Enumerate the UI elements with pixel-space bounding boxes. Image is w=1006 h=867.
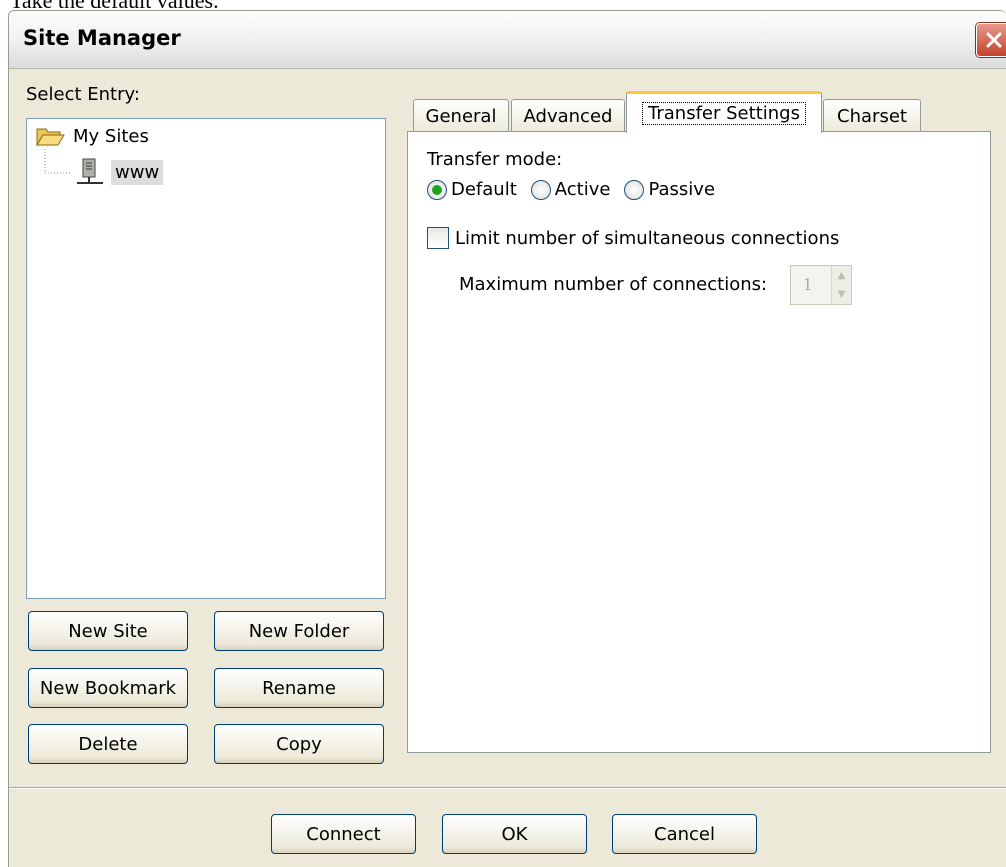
new-site-button[interactable]: New Site [28,611,188,651]
button-label: Copy [276,733,322,755]
limit-connections-label: Limit number of simultaneous connections [455,227,840,249]
button-label: Rename [262,677,336,699]
limit-connections-row[interactable]: Limit number of simultaneous connections [427,227,839,249]
transfer-mode-label: Transfer mode: [427,149,563,170]
radio-label: Passive [648,179,716,200]
button-label: Cancel [654,823,715,845]
tab-label: Advanced [523,106,613,127]
tree-node-label: My Sites [73,125,149,147]
footer-separator [9,787,1006,789]
transfer-settings-panel [407,131,991,753]
radio-button[interactable] [530,179,551,200]
button-label: New Bookmark [39,677,177,699]
max-connections-spinner: 1 ▲ ▼ [790,265,852,305]
tree-node-www[interactable]: www [73,157,164,187]
site-manager-dialog: Site Manager Select Entry: My Sites www … [8,10,1006,867]
max-connections-label: Maximum number of connections: [459,274,768,295]
server-icon [77,158,103,184]
select-entry-label: Select Entry: [26,84,140,105]
new-folder-button[interactable]: New Folder [214,611,384,651]
window-title: Site Manager [23,26,181,50]
button-label: New Folder [248,620,350,642]
radio-label: Active [554,179,611,200]
button-label: New Site [68,620,148,642]
max-connections-input: 1 [803,274,812,294]
new-bookmark-button[interactable]: New Bookmark [28,668,188,708]
radio-selected-dot [432,184,442,195]
site-tree[interactable]: My Sites www [26,118,386,599]
tab-general[interactable]: General [413,99,509,133]
radio-button[interactable] [427,179,447,200]
limit-connections-checkbox[interactable] [427,227,449,249]
radio-default[interactable]: Default [427,179,517,200]
tree-node-label: www [111,159,164,185]
cancel-button[interactable]: Cancel [612,814,757,854]
button-label: OK [501,823,528,845]
close-icon [986,32,1002,48]
radio-label: Default [451,179,517,200]
tab-label: Charset [837,106,907,127]
folder-open-icon [36,128,65,147]
tab-label: Transfer Settings [642,102,806,125]
radio-button[interactable] [624,179,645,200]
ok-button[interactable]: OK [442,814,587,854]
radio-active[interactable]: Active [530,179,611,200]
close-button[interactable] [976,23,1006,57]
tab-label: General [425,106,497,127]
tree-connector-lines [44,149,72,174]
tab-transfer-settings[interactable]: Transfer Settings [626,91,822,133]
spinner-down-icon: ▼ [832,285,851,304]
button-label: Connect [306,823,381,845]
tab-advanced[interactable]: Advanced [511,99,625,133]
tab-charset[interactable]: Charset [823,99,921,133]
copy-button[interactable]: Copy [214,724,384,764]
spinner-up-icon: ▲ [832,266,851,285]
title-bar[interactable]: Site Manager [9,11,1006,69]
transfer-mode-group: Default Active Passive [427,179,715,200]
button-label: Delete [78,733,138,755]
rename-button[interactable]: Rename [214,668,384,708]
tree-node-my-sites[interactable]: My Sites [35,125,149,147]
delete-button[interactable]: Delete [28,724,188,764]
radio-passive[interactable]: Passive [624,179,715,200]
connect-button[interactable]: Connect [271,814,416,854]
